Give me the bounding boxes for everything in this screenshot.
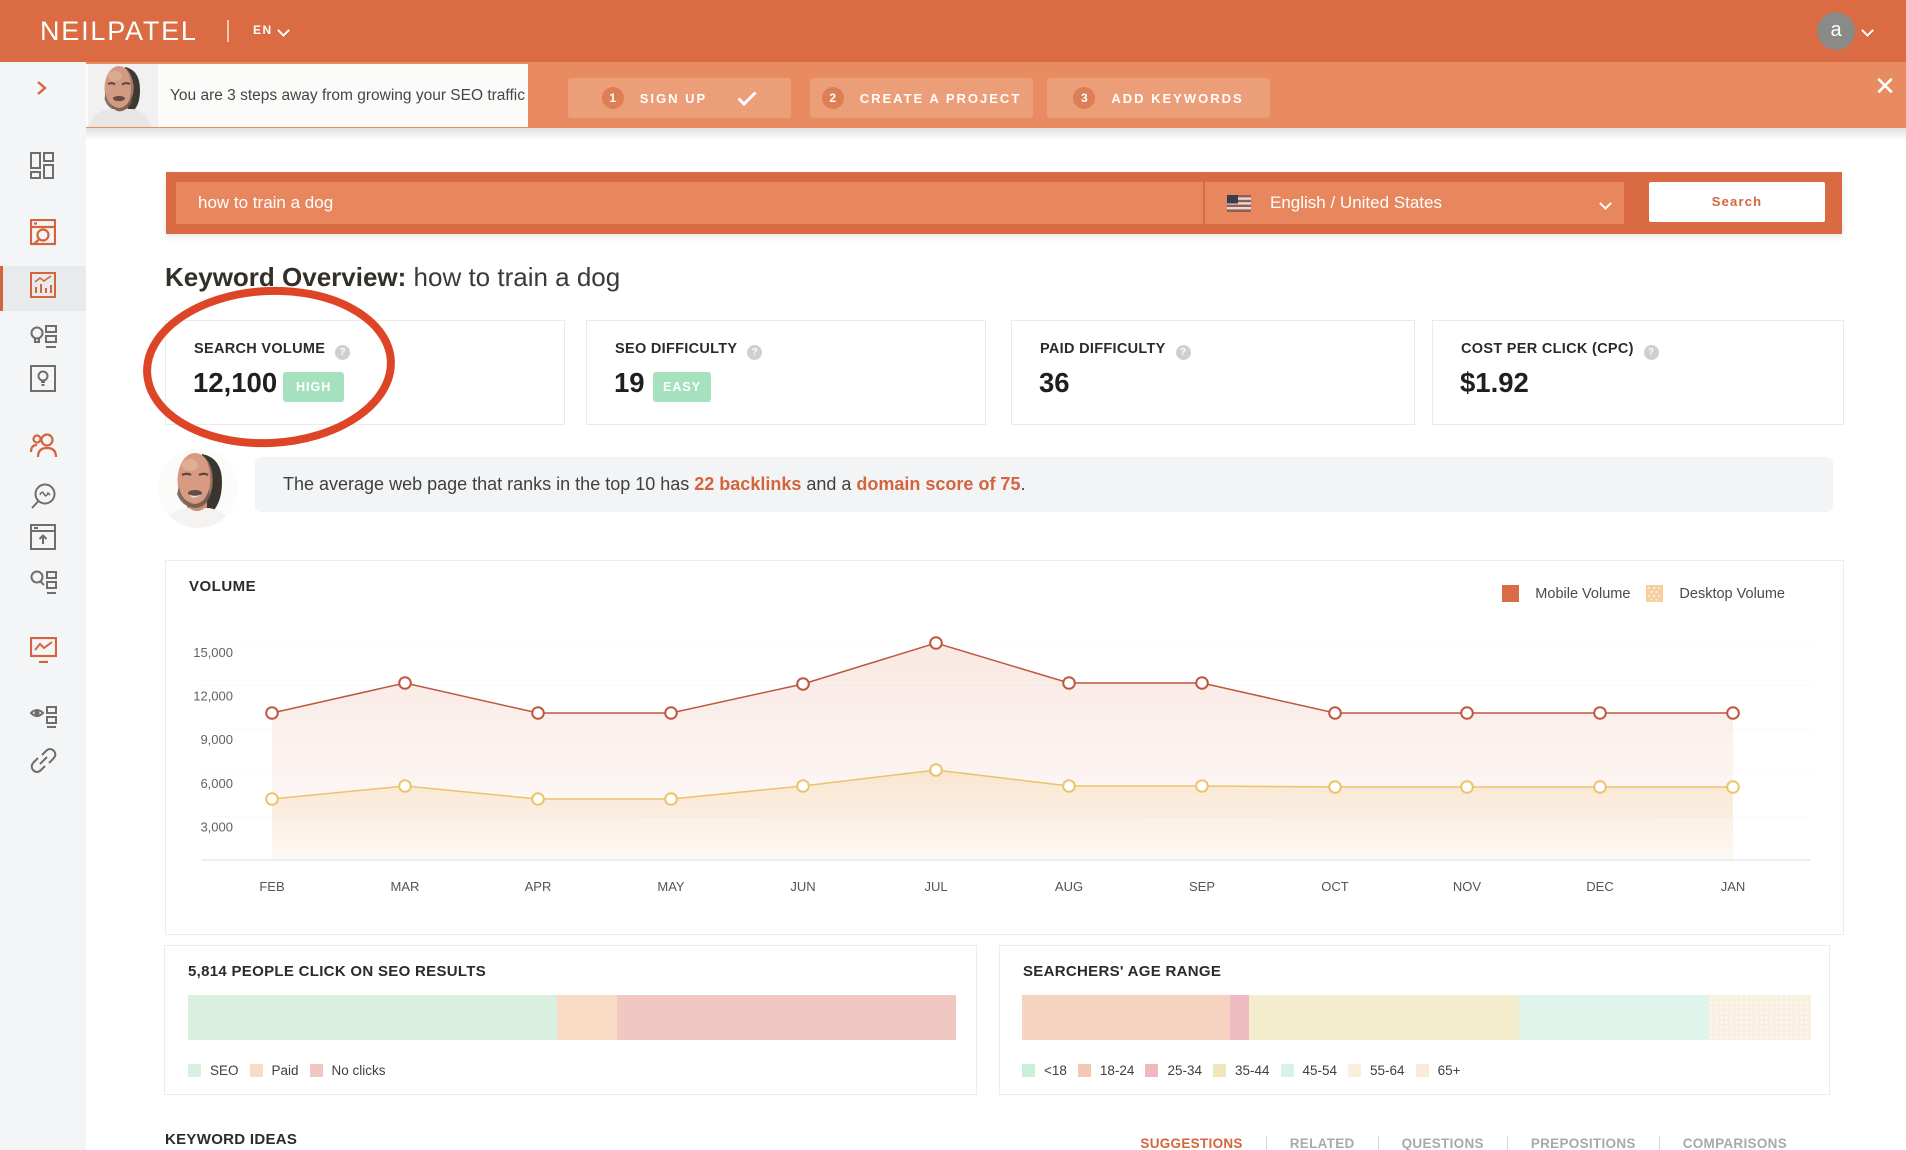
svg-text:15,000: 15,000	[193, 645, 233, 660]
svg-text:9,000: 9,000	[200, 732, 233, 747]
svg-text:JUN: JUN	[790, 879, 815, 894]
svg-text:JAN: JAN	[1721, 879, 1746, 894]
svg-text:3,000: 3,000	[200, 819, 233, 834]
svg-text:SEP: SEP	[1189, 879, 1215, 894]
svg-text:MAY: MAY	[657, 879, 685, 894]
svg-text:NOV: NOV	[1453, 879, 1482, 894]
svg-text:DEC: DEC	[1586, 879, 1613, 894]
svg-text:AUG: AUG	[1055, 879, 1083, 894]
svg-text:OCT: OCT	[1321, 879, 1349, 894]
svg-text:JUL: JUL	[924, 879, 947, 894]
svg-text:MAR: MAR	[391, 879, 420, 894]
svg-text:6,000: 6,000	[200, 776, 233, 791]
svg-text:12,000: 12,000	[193, 689, 233, 704]
svg-text:APR: APR	[525, 879, 552, 894]
svg-text:FEB: FEB	[259, 879, 284, 894]
